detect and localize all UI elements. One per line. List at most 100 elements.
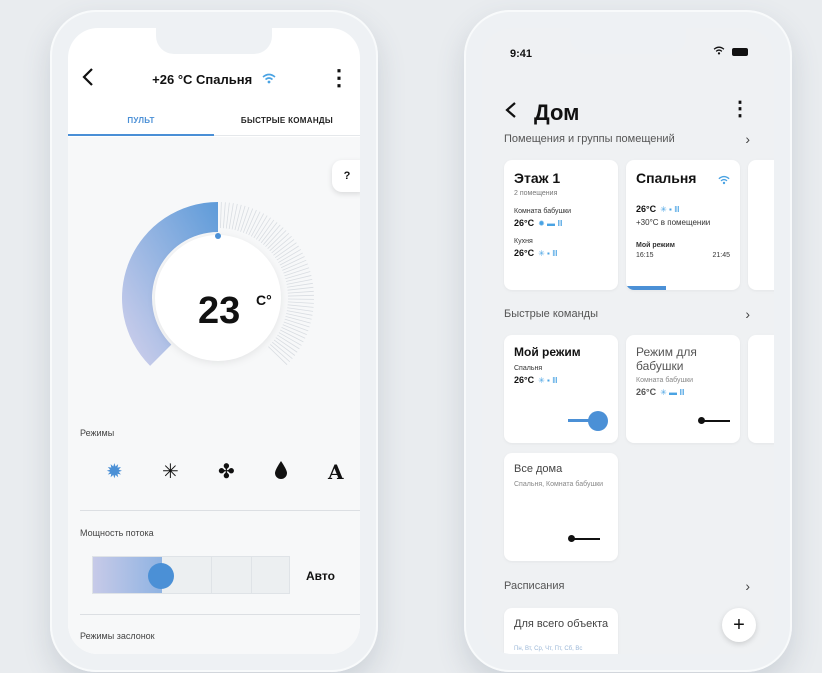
dial-tick: [265, 227, 284, 247]
fan-icon[interactable]: ✤: [218, 460, 235, 484]
flow-knob[interactable]: [147, 563, 174, 589]
mode-end-time: 21:45: [712, 252, 730, 259]
back-button[interactable]: [504, 100, 518, 126]
dial-tick: [273, 339, 296, 356]
dry-icon[interactable]: [274, 460, 288, 486]
cool-icon: ✳ ▪ Ⅲ: [538, 249, 558, 258]
toggle-off[interactable]: [568, 535, 575, 542]
quick-card-partial[interactable]: [748, 335, 774, 443]
dial-tick: [225, 202, 230, 229]
toggle-track: [572, 538, 600, 540]
schedule-card[interactable]: Для всего объекта Пн, Вт, Ср, Чт, Пт, Сб…: [504, 608, 618, 654]
add-button[interactable]: +: [722, 608, 756, 642]
more-menu-icon[interactable]: ⋮: [328, 66, 350, 90]
card-title: Режим для бабушки: [636, 345, 697, 373]
more-menu-icon[interactable]: ⋮: [730, 96, 750, 121]
dial-tick: [270, 344, 291, 363]
room-temp: 26°C ✹ ▬ Ⅲ: [514, 218, 563, 228]
section-schedules[interactable]: Расписания: [504, 580, 564, 592]
quick-card-grandma[interactable]: Режим для бабушки Комната бабушки 26°C ✳ …: [626, 335, 740, 443]
dial-tick: [220, 202, 222, 229]
dial-tick: [222, 202, 226, 229]
card-title: Спальня: [636, 170, 697, 186]
cool-icon: ✳ ▬ Ⅲ: [660, 388, 685, 397]
cool-icon[interactable]: ✳: [162, 460, 179, 484]
card-subtitle: 2 помещения: [514, 190, 558, 197]
flow-segment-divider: [251, 557, 252, 593]
room-card-bedroom[interactable]: Спальня 26°C ✳ ▪ Ⅲ +30°C в помещении Мой …: [626, 160, 740, 290]
temperature-value: 23: [198, 290, 241, 332]
dial-tick: [284, 267, 310, 277]
cool-icon: ✳ ▪ Ⅲ: [660, 205, 680, 214]
card-room: Комната бабушки: [636, 377, 694, 384]
room-card-floor[interactable]: Этаж 1 2 помещения Комната бабушки 26°C ✹…: [504, 160, 618, 290]
help-button[interactable]: ?: [332, 160, 360, 192]
mode-start-time: 16:15: [636, 252, 654, 259]
section-rooms[interactable]: Помещения и группы помещений: [504, 133, 675, 145]
dial-tick: [287, 294, 314, 297]
dial-tick: [269, 232, 290, 252]
status-time: 9:41: [510, 48, 533, 60]
dial-tick: [258, 219, 275, 242]
card-title: Все дома: [514, 463, 563, 475]
flow-slider[interactable]: [92, 556, 290, 594]
dial-tick: [271, 341, 293, 359]
phone-right: 9:41 Дом ⋮ Помещения и группы помещений …: [464, 10, 792, 672]
dial-tick: [267, 230, 287, 249]
thermostat-screen: +26 °C Спальня ⋮ ПУЛЬТ БЫСТРЫЕ КОМАНДЫ ?: [68, 28, 360, 654]
dial-tick: [271, 235, 292, 254]
flow-label: Мощность потока: [80, 528, 154, 538]
room-card-partial[interactable]: [748, 160, 774, 290]
indoor-temp: +30°C в помещении: [636, 218, 711, 227]
dial-tick: [287, 286, 314, 291]
dial-tick: [275, 337, 298, 353]
wifi-icon: [262, 72, 276, 87]
phone-left: +26 °C Спальня ⋮ ПУЛЬТ БЫСТРЫЕ КОМАНДЫ ?: [50, 10, 378, 672]
toggle-on[interactable]: [588, 411, 608, 431]
toggle-off[interactable]: [698, 417, 705, 424]
heat-icon[interactable]: ✹: [106, 460, 123, 484]
dial-handle[interactable]: [215, 233, 221, 239]
dial-tick: [237, 205, 246, 231]
chevron-right-icon[interactable]: ›: [745, 131, 750, 147]
chevron-right-icon[interactable]: ›: [745, 306, 750, 322]
quick-card-all-home[interactable]: Все дома Спальня, Комната бабушки: [504, 453, 618, 561]
room-temp-value: 26°C: [636, 204, 657, 214]
dial-tick: [260, 222, 278, 244]
dial-tick: [287, 307, 314, 312]
dial-tick: [287, 304, 314, 308]
section-quick-commands[interactable]: Быстрые команды: [504, 308, 598, 320]
battery-icon: [732, 48, 748, 57]
room-temp: 26°C ✳ ▪ Ⅲ: [636, 204, 680, 214]
temperature-unit: C°: [256, 292, 272, 308]
tab-bar: ПУЛЬТ БЫСТРЫЕ КОМАНДЫ: [68, 110, 360, 136]
dial-tick: [287, 301, 314, 304]
room-name: Кухня: [514, 238, 533, 245]
tab-quick-commands[interactable]: БЫСТРЫЕ КОМАНДЫ: [214, 116, 360, 125]
app-header: +26 °C Спальня ⋮: [68, 66, 360, 96]
card-room: Спальня: [514, 365, 543, 372]
flow-value[interactable]: Авто: [306, 569, 335, 583]
heat-icon: ✹ ▬ Ⅲ: [538, 219, 563, 228]
phone-notch: [570, 28, 686, 54]
home-screen: 9:41 Дом ⋮ Помещения и группы помещений …: [482, 28, 774, 654]
dial-tick: [285, 271, 311, 280]
wifi-icon: [713, 46, 728, 58]
chevron-right-icon[interactable]: ›: [745, 578, 750, 594]
tab-remote[interactable]: ПУЛЬТ: [68, 116, 214, 125]
dial-tick: [273, 239, 295, 256]
dial-tick: [287, 290, 314, 294]
dial-tick: [274, 242, 297, 258]
active-mode-label: Мой режим: [636, 242, 675, 249]
louvers-label: Режимы заслонок: [80, 631, 155, 641]
page-title: Дом: [534, 100, 580, 125]
card-temp: 26°C ✳ ▬ Ⅲ: [636, 387, 685, 397]
toggle-track: [702, 420, 730, 422]
page-title: +26 °C Спальня: [68, 72, 360, 87]
active-tab-indicator: [68, 134, 214, 136]
card-temp: 26°C ✳ ▪ Ⅲ: [514, 375, 558, 385]
quick-card-my-mode[interactable]: Мой режим Спальня 26°C ✳ ▪ Ⅲ: [504, 335, 618, 443]
card-temp-value: 26°C: [636, 387, 657, 397]
flow-segment-divider: [211, 557, 212, 593]
auto-icon[interactable]: A: [328, 460, 344, 484]
